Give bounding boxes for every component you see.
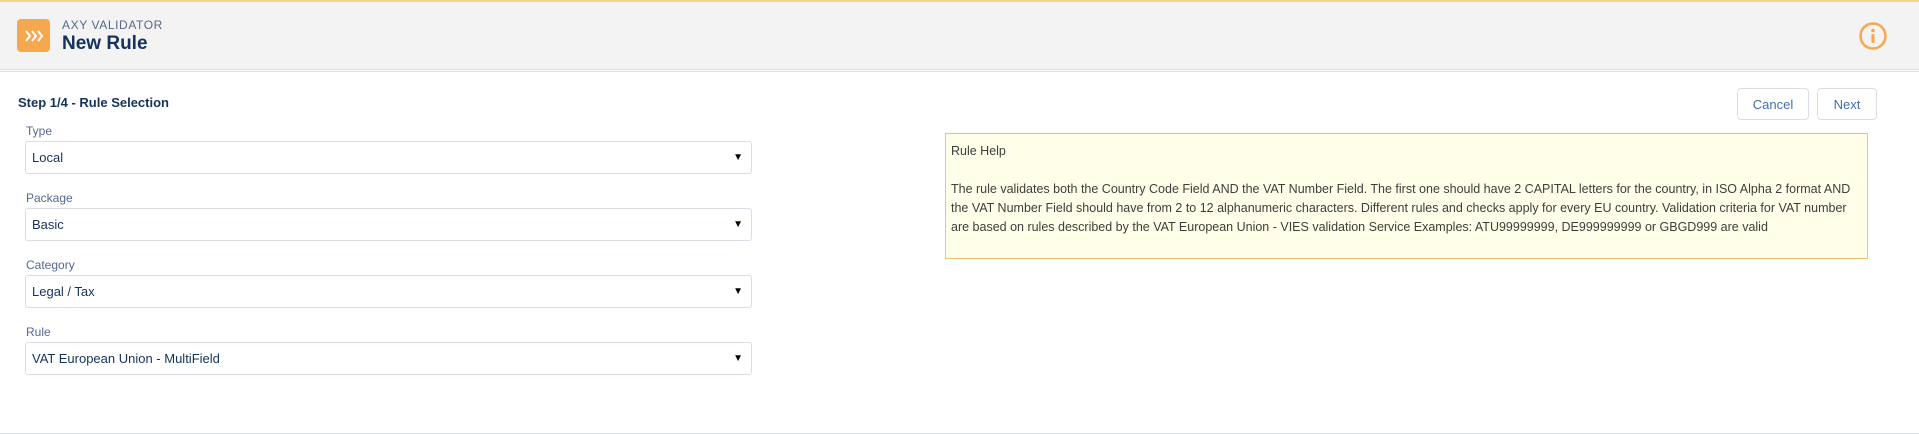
chevron-down-icon: ▼ [733, 152, 743, 163]
app-window: AXY VALIDATOR New Rule Step 1/4 - Rule S… [0, 0, 1919, 434]
next-button[interactable]: Next [1817, 88, 1877, 120]
chevron-down-icon: ▼ [733, 353, 743, 364]
chevron-down-icon: ▼ [733, 286, 743, 297]
rule-label: Rule [26, 325, 51, 339]
type-label: Type [26, 124, 53, 138]
category-label: Category [26, 258, 75, 272]
step-title: Step 1/4 - Rule Selection [18, 95, 169, 110]
double-chevron-right-icon [17, 19, 50, 52]
package-label: Package [26, 191, 73, 205]
rule-selection-card: Step 1/4 - Rule Selection Cancel Next Ty… [0, 71, 1919, 434]
rule-help-text: The rule validates both the Country Code… [951, 182, 1851, 234]
cancel-button[interactable]: Cancel [1737, 88, 1809, 120]
category-select[interactable]: Legal / Tax ▼ [25, 275, 752, 308]
type-select[interactable]: Local ▼ [25, 141, 752, 174]
rule-select[interactable]: VAT European Union - MultiField ▼ [25, 342, 752, 375]
page-title: New Rule [62, 33, 148, 54]
rule-select-value: VAT European Union - MultiField [32, 351, 220, 366]
package-select[interactable]: Basic ▼ [25, 208, 752, 241]
chevron-down-icon: ▼ [733, 219, 743, 230]
info-icon[interactable] [1858, 21, 1888, 51]
page-header: AXY VALIDATOR New Rule [0, 2, 1919, 70]
type-select-value: Local [32, 150, 64, 165]
package-select-value: Basic [32, 217, 64, 232]
rule-help-title: Rule Help [951, 144, 1006, 158]
rule-help-box: Rule Help The rule validates both the Co… [945, 133, 1868, 259]
app-name: AXY VALIDATOR [62, 18, 163, 32]
category-select-value: Legal / Tax [32, 284, 95, 299]
